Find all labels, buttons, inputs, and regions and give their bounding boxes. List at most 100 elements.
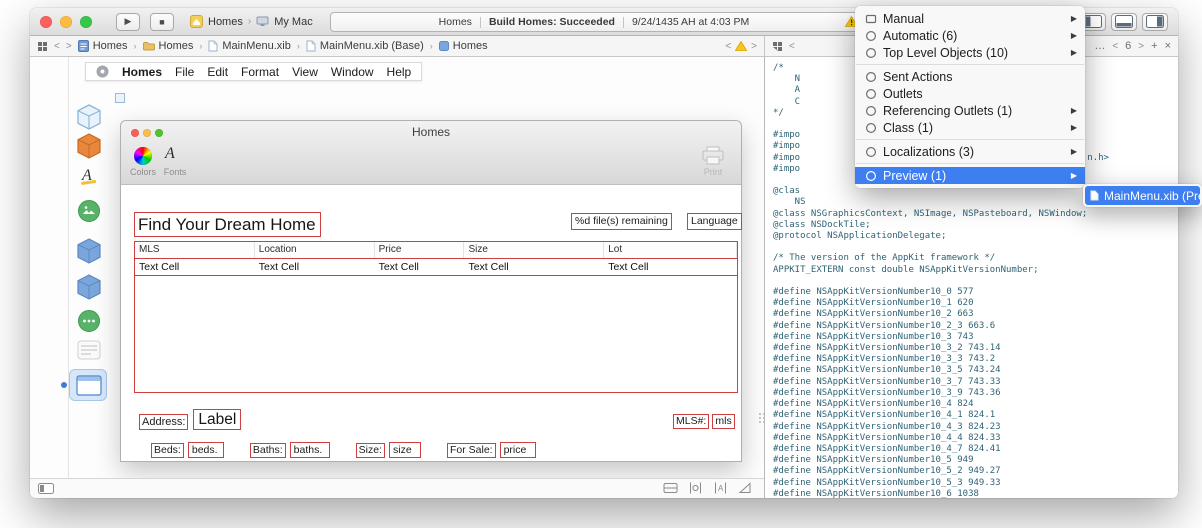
menu-item-file[interactable]: File	[175, 65, 194, 79]
dock-item-dots[interactable]	[74, 309, 104, 333]
files-remaining-label[interactable]: %d file(s) remaining	[571, 213, 672, 230]
dock-item-files-owner[interactable]	[74, 104, 104, 130]
breadcrumb-item-object[interactable]: Homes	[438, 40, 488, 52]
field-value-for-sale[interactable]: price	[499, 442, 536, 458]
back-button[interactable]: <	[54, 41, 60, 52]
menu-item-view[interactable]: View	[292, 65, 318, 79]
display-icon	[256, 16, 269, 27]
table-column-header-price[interactable]: Price	[375, 242, 465, 258]
menu-item-label: Top Level Objects (10)	[883, 45, 1009, 60]
menu-item-preview-1[interactable]: Preview (1) ▶	[855, 167, 1085, 184]
run-button[interactable]: ▶	[116, 12, 140, 31]
submenu-item-mainmenu-xib-preview[interactable]: MainMenu.xib (Preview)	[1085, 186, 1200, 205]
table-cell[interactable]: Text Cell	[375, 259, 465, 275]
table-cell[interactable]: Text Cell	[604, 259, 737, 275]
stop-button[interactable]: ■	[150, 12, 174, 31]
close-window-button[interactable]	[40, 15, 52, 28]
menu-item-app[interactable]: Homes	[122, 65, 162, 79]
status-build: Build Homes: Succeeded	[488, 16, 615, 28]
table-column-header-location[interactable]: Location	[255, 242, 375, 258]
breadcrumb-item-file[interactable]: MainMenu.xib	[208, 40, 291, 52]
dock-item-object-1[interactable]	[74, 238, 104, 264]
designed-window[interactable]: Homes A Colors Fonts Print Find Your Dre…	[120, 120, 742, 462]
related-items-icon[interactable]	[37, 41, 48, 52]
menu-item-help[interactable]: Help	[387, 65, 412, 79]
document-outline-toggle-button[interactable]	[38, 483, 54, 494]
field-label-beds[interactable]: Beds:	[151, 442, 184, 458]
close-assistant-editor-button[interactable]: ×	[1165, 40, 1171, 52]
breadcrumb-separator: ›	[133, 41, 137, 51]
fonts-icon[interactable]: A	[165, 145, 175, 163]
pin-button[interactable]: A	[713, 482, 728, 494]
breadcrumb-item-localization[interactable]: MainMenu.xib (Base)	[306, 40, 424, 52]
menu-item-manual[interactable]: Manual ▶	[855, 10, 1085, 27]
field-value-beds[interactable]: beds.	[187, 442, 224, 458]
table-cell[interactable]: Text Cell	[135, 259, 255, 275]
next-issue-button[interactable]: >	[751, 41, 757, 52]
menu-item-referencing-outlets-1[interactable]: Referencing Outlets (1) ▶	[855, 102, 1085, 119]
scheme-selector[interactable]: Homes › My Mac	[190, 15, 313, 28]
field-label-baths[interactable]: Baths:	[249, 442, 286, 458]
list-icon	[77, 340, 101, 360]
table-column-header-size[interactable]: Size	[464, 242, 605, 258]
table-column-header-mls[interactable]: MLS	[135, 242, 255, 258]
breadcrumb-item-group[interactable]: Homes	[142, 40, 193, 52]
field-label-for-sale[interactable]: For Sale:	[446, 442, 496, 458]
table-cell[interactable]: Text Cell	[464, 259, 604, 275]
print-icon[interactable]	[701, 145, 725, 165]
font-manager-icon: A	[81, 167, 97, 185]
add-assistant-editor-button[interactable]: +	[1151, 40, 1157, 52]
destination-name: My Mac	[274, 15, 313, 28]
previous-issue-button[interactable]: <	[725, 41, 731, 52]
design-menu-bar[interactable]: Homes File Edit Format View Window Help	[85, 62, 423, 81]
table-column-header-lot[interactable]: Lot	[604, 242, 737, 258]
menu-item-sent-actions[interactable]: Sent Actions	[855, 68, 1085, 85]
field-label-size[interactable]: Size:	[355, 442, 385, 458]
next-counterpart-button[interactable]: >	[1138, 41, 1144, 52]
menu-item-top-level-objects-10[interactable]: Top Level Objects (10) ▶	[855, 44, 1085, 61]
table-cell[interactable]: Text Cell	[255, 259, 375, 275]
dock-item-window[interactable]	[74, 375, 104, 396]
related-items-icon[interactable]	[772, 41, 783, 52]
dock-item-font-manager[interactable]: A	[74, 164, 104, 188]
mls-value-field[interactable]: mls	[712, 414, 735, 429]
menu-item-edit[interactable]: Edit	[207, 65, 228, 79]
window-icon	[76, 375, 102, 396]
minimize-window-button[interactable]	[60, 15, 72, 28]
field-value-baths[interactable]: baths.	[289, 442, 330, 458]
menu-item-class-1[interactable]: Class (1) ▶	[855, 119, 1085, 136]
language-button[interactable]: Language	[687, 213, 742, 230]
align-button[interactable]	[688, 482, 703, 494]
listings-table[interactable]: MLS Location Price Size Lot Text Cell Text Ce…	[134, 241, 738, 393]
field-value-size[interactable]: size	[388, 442, 421, 458]
headline-field[interactable]: Find Your Dream Home	[134, 212, 321, 237]
menu-item-localizations-3[interactable]: Localizations (3) ▶	[855, 143, 1085, 160]
forward-button[interactable]: >	[66, 41, 72, 52]
canvas-selection-handle[interactable]	[115, 93, 125, 103]
dock-item-object-2[interactable]	[74, 274, 104, 300]
menu-item-label: Automatic (6)	[883, 28, 958, 43]
toggle-inspectors-button[interactable]	[1142, 12, 1168, 31]
toggle-debug-area-button[interactable]	[1111, 12, 1137, 31]
splitter-handle[interactable]	[759, 413, 768, 423]
address-value-label[interactable]: Label	[193, 409, 242, 430]
dock-item-list[interactable]	[74, 340, 104, 360]
warning-triangle-icon	[735, 41, 748, 51]
address-label[interactable]: Address:	[139, 414, 189, 430]
dock-item-first-responder[interactable]	[74, 133, 104, 159]
menu-item-outlets[interactable]: Outlets	[855, 85, 1085, 102]
menu-item-automatic-6[interactable]: Automatic (6) ▶	[855, 27, 1085, 44]
dock-item-image[interactable]	[74, 199, 104, 223]
designed-window-titlebar[interactable]: Homes A Colors Fonts Print	[121, 121, 741, 185]
embed-button[interactable]	[663, 482, 678, 494]
resolve-issues-button[interactable]	[738, 482, 752, 494]
mls-label[interactable]: MLS#:	[673, 414, 710, 429]
menu-item-format[interactable]: Format	[241, 65, 279, 79]
previous-counterpart-button[interactable]: <	[1112, 41, 1118, 52]
zoom-window-button[interactable]	[80, 15, 92, 28]
menu-item-window[interactable]: Window	[331, 65, 374, 79]
submenu-arrow-icon: ▶	[1070, 147, 1077, 156]
breadcrumb-item-project[interactable]: Homes	[77, 40, 128, 52]
colors-icon[interactable]	[134, 147, 152, 165]
back-button[interactable]: <	[789, 41, 795, 52]
